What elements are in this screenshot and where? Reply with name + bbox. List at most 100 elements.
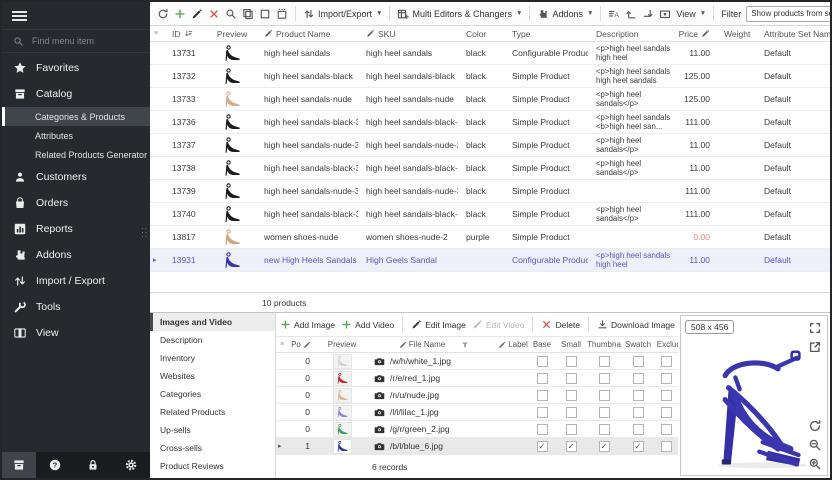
thumbnail-checkbox[interactable] — [599, 356, 610, 367]
table-row[interactable]: 13732 high heel sandals-black high heel … — [150, 65, 830, 88]
base-checkbox[interactable] — [537, 390, 548, 401]
menu-icon[interactable] — [12, 9, 27, 23]
column-header-description[interactable]: Description — [588, 29, 672, 39]
detail-tab[interactable]: Inventory — [150, 349, 275, 367]
column-header-position[interactable]: Po — [288, 340, 314, 349]
sidebar-item-import-export[interactable]: Import / Export — [2, 268, 150, 294]
sidebar-item-addons[interactable]: Addons — [2, 242, 150, 268]
table-row[interactable]: 13739 high heel sandals-nude-37 high hee… — [150, 180, 830, 203]
detail-tab[interactable]: Categories — [150, 385, 275, 403]
add-video-button[interactable]: Add Video — [341, 319, 394, 330]
detail-tab[interactable]: Up-sells — [150, 421, 275, 439]
base-checkbox[interactable] — [537, 441, 548, 452]
small-checkbox[interactable] — [566, 356, 577, 367]
image-row[interactable]: 0 /n/u/nude.jpg — [276, 387, 678, 404]
small-checkbox[interactable] — [566, 373, 577, 384]
add-icon[interactable] — [174, 8, 186, 20]
base-checkbox[interactable] — [537, 373, 548, 384]
addons-button[interactable]: Addons▼ — [537, 8, 593, 20]
table-row[interactable]: ▸ 13931 new High Heels Sandals High Geel… — [150, 249, 830, 272]
import-export-button[interactable]: Import/Export▼ — [303, 8, 382, 20]
level-down-icon[interactable] — [642, 8, 654, 20]
column-header-sku[interactable]: SKU — [358, 29, 458, 39]
image-row[interactable]: 0 /g/r/green_2.jpg — [276, 421, 678, 438]
sidebar-item-attributes[interactable]: Attributes — [2, 126, 150, 145]
download-image-button[interactable]: Download Image — [597, 319, 675, 330]
column-header-color[interactable]: Color — [458, 29, 504, 39]
settings-button[interactable] — [112, 452, 150, 478]
thumbnail-checkbox[interactable] — [599, 390, 610, 401]
column-header-thumbnail[interactable]: Thumbna — [586, 340, 622, 349]
swatch-checkbox[interactable] — [633, 441, 644, 452]
swatch-checkbox[interactable] — [633, 356, 644, 367]
sidebar-item-view[interactable]: View — [2, 320, 150, 346]
swatch-checkbox[interactable] — [633, 390, 644, 401]
sort-attributes-icon[interactable]: A — [608, 8, 620, 20]
image-row[interactable]: ▸ 1 /b/l/blue_6.jpg — [276, 438, 678, 455]
expand-icon[interactable] — [808, 321, 822, 335]
edit-video-button[interactable]: Edit Video — [472, 319, 525, 330]
table-row[interactable]: 13740 high heel sandals-black-38 high he… — [150, 203, 830, 226]
column-header-file-name[interactable]: File Name — [370, 340, 498, 349]
column-header-price[interactable]: Price — [672, 29, 716, 39]
sidebar-item-orders[interactable]: Orders — [2, 190, 150, 216]
detail-tab[interactable]: Related Products — [150, 403, 275, 421]
column-header-base[interactable]: Base — [528, 340, 556, 349]
table-row[interactable]: 13817 women shoes-nude women shoes-nude-… — [150, 226, 830, 249]
small-checkbox[interactable] — [566, 424, 577, 435]
sidebar-item-tools[interactable]: Tools — [2, 294, 150, 320]
detail-tab[interactable]: Product Reviews — [150, 457, 275, 475]
column-header-label[interactable]: Label — [498, 340, 528, 349]
swatch-checkbox[interactable] — [633, 373, 644, 384]
image-row[interactable]: 0 /l/i/lilac_1.jpg — [276, 404, 678, 421]
help-button[interactable]: ? — [36, 452, 74, 478]
exclude-checkbox[interactable] — [661, 407, 672, 418]
sidebar-item-catalog[interactable]: Catalog — [2, 81, 150, 107]
column-header-preview[interactable]: Preview — [208, 29, 256, 39]
column-header-type[interactable]: Type — [504, 29, 588, 39]
level-up-icon[interactable] — [625, 8, 637, 20]
add-image-button[interactable]: Add Image — [280, 319, 335, 330]
image-row[interactable]: 0 /r/e/red_1.jpg — [276, 370, 678, 387]
swatch-checkbox[interactable] — [633, 424, 644, 435]
zoom-out-icon[interactable] — [808, 438, 822, 452]
base-checkbox[interactable] — [537, 407, 548, 418]
column-header-exclude[interactable]: Exclude — [654, 340, 678, 349]
exclude-checkbox[interactable] — [661, 390, 672, 401]
detail-tab[interactable]: Images and Video — [150, 313, 275, 331]
base-checkbox[interactable] — [537, 356, 548, 367]
column-header-swatch[interactable]: Swatch — [622, 340, 654, 349]
storage-button[interactable] — [2, 452, 36, 478]
sidebar-item-favorites[interactable]: Favorites — [2, 55, 150, 81]
thumbnail-checkbox[interactable] — [599, 407, 610, 418]
sidebar-splitter-handle[interactable]: ⁚⁚⁚⁚ — [142, 230, 148, 238]
thumbnail-checkbox[interactable] — [599, 373, 610, 384]
column-header-attribute-set[interactable]: Attribute Set Name — [756, 29, 830, 39]
exclude-checkbox[interactable] — [661, 356, 672, 367]
table-row[interactable]: 13731 high heel sandals high heel sandal… — [150, 42, 830, 65]
rotate-icon[interactable] — [808, 419, 822, 433]
image-row[interactable]: 0 /w/h/white_1.jpg — [276, 353, 678, 370]
thumbnail-checkbox[interactable] — [599, 424, 610, 435]
small-checkbox[interactable] — [566, 390, 577, 401]
sidebar-item-reports[interactable]: Reports — [2, 216, 150, 242]
small-checkbox[interactable] — [566, 441, 577, 452]
thumbnail-checkbox[interactable] — [599, 441, 610, 452]
lock-button[interactable] — [74, 452, 112, 478]
delete-image-button[interactable]: Delete — [541, 319, 580, 330]
column-header-weight[interactable]: Weight — [716, 29, 756, 39]
detail-tab[interactable]: Description — [150, 331, 275, 349]
edit-icon[interactable] — [191, 8, 203, 20]
menu-search-input[interactable]: Find menu item — [2, 29, 150, 53]
sidebar-item-customers[interactable]: Customers — [2, 164, 150, 190]
base-checkbox[interactable] — [537, 424, 548, 435]
exclude-checkbox[interactable] — [661, 424, 672, 435]
swatch-checkbox[interactable] — [633, 407, 644, 418]
table-row[interactable]: 13737 high heel sandals-nude-36 high hee… — [150, 134, 830, 157]
sidebar-item-related-products-generator[interactable]: Related Products Generator — [2, 145, 150, 164]
sidebar-item-categories-products[interactable]: Categories & Products — [2, 107, 150, 126]
copy-icon[interactable] — [242, 8, 254, 20]
table-row[interactable]: 13738 high heel sandals-black-37 high he… — [150, 157, 830, 180]
search-icon[interactable] — [225, 8, 237, 20]
column-header-small[interactable]: Small — [556, 340, 586, 349]
